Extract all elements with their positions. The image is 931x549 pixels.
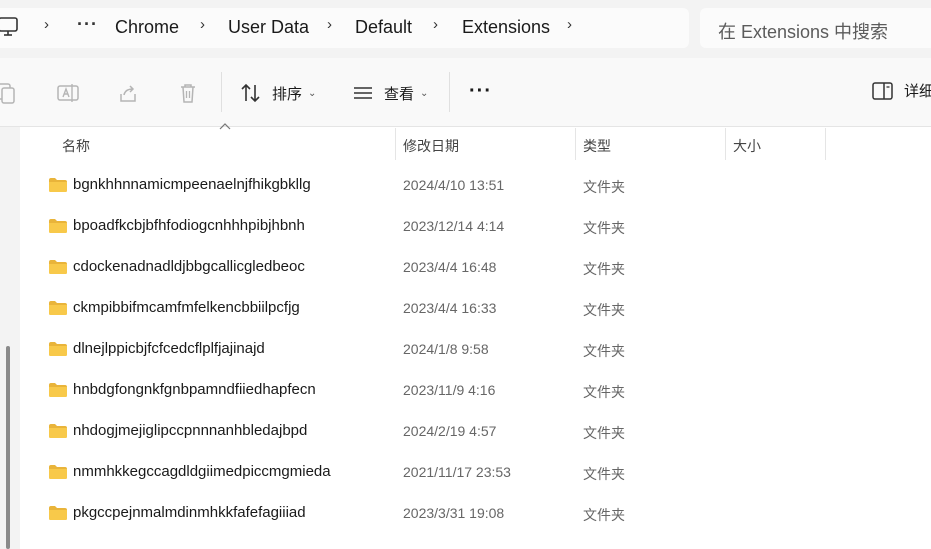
copy-icon[interactable] (0, 82, 16, 104)
view-button[interactable]: 查看 ⌄ (352, 80, 428, 106)
file-modified-date: 2023/11/9 4:16 (403, 382, 496, 398)
file-name: pkgccpejnmalmdinmhkkfafefagiiiad (73, 504, 306, 521)
file-name: nhdogjmejiglipccpnnnanhbledajbpd (73, 422, 308, 439)
file-modified-date: 2024/2/19 4:57 (403, 423, 497, 439)
file-name: dlnejlppicbjfcfcedcflplfjajinajd (73, 340, 265, 357)
file-modified-date: 2023/3/31 19:08 (403, 505, 505, 521)
file-row[interactable]: bpoadfkcbjbfhfodiogcnhhhpibjhbnh 2023/12/… (20, 206, 931, 247)
file-row[interactable]: cdockenadnadldjbbgcallicgledbeoc 2023/4/4… (20, 247, 931, 288)
file-modified-date: 2023/4/4 16:33 (403, 300, 497, 316)
file-row[interactable]: bgnkhhnnamicmpeenaelnjfhikgbkllg 2024/4/1… (20, 165, 931, 206)
toolbar-divider (221, 72, 222, 112)
column-header-date[interactable]: 修改日期 (403, 136, 459, 156)
folder-icon (49, 506, 67, 520)
chevron-down-icon: ⌄ (308, 87, 317, 99)
sort-icon (241, 83, 260, 103)
column-divider[interactable] (725, 128, 726, 160)
file-name: cdockenadnadldjbbgcallicgledbeoc (73, 258, 305, 275)
column-header-row: 名称 修改日期 类型 大小 (20, 128, 931, 160)
breadcrumb-chrome[interactable]: Chrome (115, 17, 179, 38)
file-row[interactable]: pkgccpejnmalmdinmhkkfafefagiiiad 2023/3/3… (20, 493, 931, 534)
file-list: bgnkhhnnamicmpeenaelnjfhikgbkllg 2024/4/1… (20, 165, 931, 534)
delete-icon[interactable] (177, 82, 199, 104)
this-pc-icon[interactable] (0, 17, 20, 37)
file-modified-date: 2024/4/10 13:51 (403, 177, 505, 193)
file-type: 文件夹 (583, 343, 625, 359)
file-row[interactable]: ckmpibbifmcamfmfelkencbbiilpcfjg 2023/4/4… (20, 288, 931, 329)
search-input[interactable]: 在 Extensions 中搜索 (718, 18, 888, 44)
folder-icon (49, 178, 67, 192)
file-type: 文件夹 (583, 466, 625, 482)
share-icon[interactable] (117, 82, 139, 104)
file-type: 文件夹 (583, 179, 625, 195)
file-type: 文件夹 (583, 507, 625, 523)
chevron-right-icon[interactable]: › (327, 16, 332, 33)
chevron-right-icon[interactable]: › (44, 16, 49, 33)
file-modified-date: 2024/1/8 9:58 (403, 341, 489, 357)
chevron-right-icon[interactable]: › (200, 16, 205, 33)
column-divider[interactable] (825, 128, 826, 160)
folder-icon (49, 424, 67, 438)
search-box[interactable]: 在 Extensions 中搜索 (700, 8, 931, 48)
navigation-pane-edge (0, 127, 20, 549)
breadcrumb-default[interactable]: Default (355, 17, 412, 38)
file-type: 文件夹 (583, 384, 625, 400)
folder-icon (49, 383, 67, 397)
file-row[interactable]: nhdogjmejiglipccpnnnanhbledajbpd 2024/2/1… (20, 411, 931, 452)
file-row[interactable]: hnbdgfongnkfgnbpamndfiiedhapfecn 2023/11/… (20, 370, 931, 411)
folder-icon (49, 465, 67, 479)
sort-button[interactable]: 排序 ⌄ (240, 80, 316, 106)
breadcrumb-extensions[interactable]: Extensions (462, 17, 550, 38)
view-list-icon (354, 87, 372, 99)
file-row[interactable]: dlnejlppicbjfcfcedcflplfjajinajd 2024/1/8… (20, 329, 931, 370)
file-modified-date: 2023/4/4 16:48 (403, 259, 497, 275)
file-type: 文件夹 (583, 302, 625, 318)
folder-icon (49, 219, 67, 233)
file-type: 文件夹 (583, 261, 625, 277)
file-type: 文件夹 (583, 425, 625, 441)
file-name: hnbdgfongnkfgnbpamndfiiedhapfecn (73, 381, 316, 398)
chevron-right-icon[interactable]: › (433, 16, 438, 33)
column-divider[interactable] (395, 128, 396, 160)
chevron-down-icon: ⌄ (420, 87, 429, 99)
column-header-size[interactable]: 大小 (733, 136, 761, 156)
details-pane-icon (872, 81, 893, 100)
view-label: 查看 (384, 85, 415, 103)
file-name: nmmhkkegccagdldgiimedpiccmgmieda (73, 463, 331, 480)
file-name: bpoadfkcbjbfhfodiogcnhhhpibjhbnh (73, 217, 305, 234)
column-header-type[interactable]: 类型 (583, 136, 611, 156)
file-modified-date: 2021/11/17 23:53 (403, 464, 511, 480)
details-pane-button[interactable]: 详细 (872, 80, 931, 101)
file-row[interactable]: nmmhkkegccagdldgiimedpiccmgmieda 2021/11/… (20, 452, 931, 493)
breadcrumb-user-data[interactable]: User Data (228, 17, 309, 38)
folder-icon (49, 301, 67, 315)
file-modified-date: 2023/12/14 4:14 (403, 218, 505, 234)
file-type: 文件夹 (583, 220, 625, 236)
address-bar-row: › ··· › Chrome › User Data › Default › E… (0, 0, 931, 58)
file-name: ckmpibbifmcamfmfelkencbbiilpcfjg (73, 299, 300, 316)
toolbar-divider (449, 72, 450, 112)
details-label: 详细 (904, 83, 931, 100)
file-name: bgnkhhnnamicmpeenaelnjfhikgbkllg (73, 176, 311, 193)
folder-icon (49, 260, 67, 274)
column-header-name[interactable]: 名称 (62, 136, 90, 156)
more-options-button[interactable]: ··· (469, 80, 492, 103)
folder-icon (49, 342, 67, 356)
breadcrumb-overflow-button[interactable]: ··· (77, 14, 98, 35)
command-bar: 排序 ⌄ 查看 ⌄ ··· (0, 58, 931, 127)
sort-label: 排序 (272, 85, 303, 103)
address-bar[interactable] (0, 8, 689, 48)
scrollbar-thumb[interactable] (6, 346, 10, 549)
column-divider[interactable] (575, 128, 576, 160)
rename-icon[interactable] (57, 82, 79, 104)
chevron-right-icon[interactable]: › (567, 16, 572, 33)
